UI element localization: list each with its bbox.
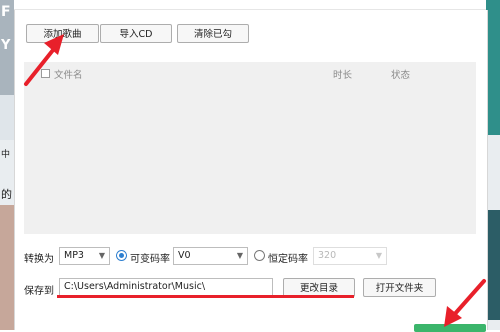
column-header-filename[interactable]: 文件名 — [54, 67, 83, 81]
background-image-strip — [0, 95, 14, 140]
open-folder-button[interactable]: 打开文件夹 — [363, 278, 436, 297]
add-song-button[interactable]: 添加歌曲 — [26, 24, 99, 43]
cbr-label[interactable]: 恒定码率 — [268, 250, 308, 265]
format-select[interactable]: MP3 ▼ — [59, 247, 110, 265]
import-cd-button[interactable]: 导入CD — [100, 24, 172, 43]
chevron-down-icon: ▼ — [236, 251, 243, 260]
format-select-value: MP3 — [64, 250, 84, 261]
vbr-radio[interactable] — [116, 250, 127, 261]
song-list-header: 文件名 时长 状态 — [24, 62, 476, 82]
vbr-label[interactable]: 可变码率 — [130, 250, 170, 265]
background-text: F — [1, 4, 11, 20]
save-path-field[interactable]: C:\Users\Administrator\Music\ — [59, 278, 273, 296]
cbr-bitrate-value: 320 — [318, 250, 337, 261]
clear-checked-button[interactable]: 清除已勾 — [177, 24, 249, 43]
background-app-left-edge: F Y 中 的 — [0, 0, 14, 330]
vbr-quality-select[interactable]: V0 ▼ — [173, 247, 248, 265]
vbr-quality-value: V0 — [178, 250, 191, 261]
background-image-strip — [0, 205, 14, 330]
chevron-down-icon: ▼ — [375, 251, 382, 260]
background-image-strip — [486, 210, 500, 320]
cbr-bitrate-select: 320 ▼ — [313, 247, 387, 265]
save-to-label: 保存到 — [24, 286, 54, 297]
background-text: Y — [1, 38, 11, 53]
column-header-status[interactable]: 状态 — [391, 67, 410, 81]
song-list[interactable]: 文件名 时长 状态 — [24, 62, 476, 234]
convert-to-label: 转换为 — [24, 254, 54, 265]
background-image-strip — [486, 0, 500, 135]
annotation-underline — [57, 295, 354, 298]
background-text: 中 — [1, 150, 11, 160]
select-all-checkbox[interactable] — [41, 69, 50, 78]
cbr-radio[interactable] — [254, 250, 265, 261]
chevron-down-icon: ▼ — [98, 251, 105, 260]
background-text: 的 — [1, 188, 12, 201]
column-header-duration[interactable]: 时长 — [333, 67, 352, 81]
start-convert-button[interactable] — [414, 324, 486, 332]
background-app-right-edge — [486, 0, 500, 330]
